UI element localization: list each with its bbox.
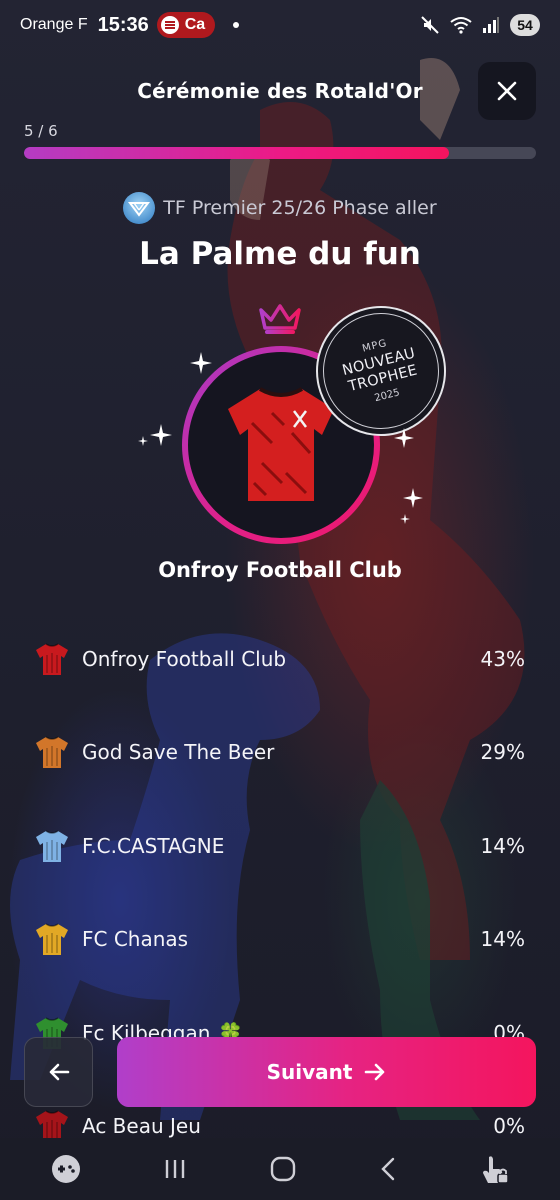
arrow-left-icon	[49, 1063, 69, 1081]
touch-lock-icon[interactable]	[479, 1153, 510, 1185]
carrier-label: Orange F	[20, 16, 88, 33]
page-title: Cérémonie des Rotald'Or	[137, 79, 423, 103]
arrow-right-icon	[365, 1063, 385, 1081]
spotify-label: Ca	[184, 16, 206, 33]
winner-jersey-icon	[228, 387, 334, 501]
award-title: La Palme du fun	[139, 236, 421, 272]
sparkle-icon	[150, 424, 172, 446]
result-row: Onfroy Football Club 43%	[0, 612, 560, 706]
league-name: TF Premier 25/26 Phase aller	[163, 197, 437, 219]
close-icon	[497, 81, 517, 101]
status-bar: Orange F 15:36 Ca 54	[0, 0, 560, 50]
system-nav-bar	[0, 1138, 560, 1200]
sparkle-icon	[403, 488, 423, 508]
battery-level: 54	[510, 14, 540, 36]
team-name: FC Chanas	[82, 927, 189, 952]
team-name: God Save The Beer	[82, 740, 275, 765]
crown-icon	[259, 304, 301, 334]
status-icons: 54	[420, 14, 540, 36]
result-row: God Save The Beer 29%	[0, 706, 560, 800]
sparkle-icon	[190, 352, 212, 374]
mute-icon	[421, 16, 439, 34]
wifi-icon	[450, 17, 472, 34]
team-jersey-icon	[34, 734, 70, 770]
vote-percentage: 29%	[480, 740, 525, 765]
vote-percentage: 0%	[493, 1114, 525, 1139]
progress-fill	[24, 147, 449, 159]
gamepad-icon[interactable]	[51, 1154, 81, 1184]
vote-percentage: 14%	[480, 927, 525, 952]
team-name: Ac Beau Jeu	[82, 1114, 201, 1139]
progress-bar	[24, 147, 536, 159]
back-icon[interactable]	[378, 1156, 398, 1182]
close-button[interactable]	[478, 62, 536, 120]
clock: 15:36	[97, 13, 149, 36]
recent-apps-icon[interactable]	[162, 1157, 188, 1181]
next-button-label: Suivant	[266, 1060, 353, 1084]
team-name: Onfroy Football Club	[82, 646, 287, 671]
league-logo-icon	[123, 192, 156, 224]
home-icon[interactable]	[269, 1155, 297, 1183]
spotify-icon	[160, 16, 179, 34]
next-button[interactable]: Suivant	[117, 1037, 536, 1107]
sparkle-icon	[394, 428, 414, 448]
progress-label: 5 / 6	[24, 122, 58, 140]
vote-percentage: 14%	[480, 833, 525, 858]
team-jersey-icon	[34, 641, 70, 677]
winner-team-name: Onfroy Football Club	[158, 558, 402, 582]
result-row: FC Chanas 14%	[0, 893, 560, 987]
sparkle-icon	[138, 436, 148, 446]
previous-button[interactable]	[24, 1037, 93, 1107]
team-jersey-icon	[34, 921, 70, 957]
team-name: F.C.CASTAGNE	[82, 833, 225, 858]
team-jersey-icon	[34, 828, 70, 864]
sparkle-icon	[400, 514, 410, 524]
result-row: F.C.CASTAGNE 14%	[0, 799, 560, 893]
notification-dot-icon	[233, 22, 240, 28]
league-header: TF Premier 25/26 Phase aller	[0, 192, 560, 224]
spotify-indicator[interactable]: Ca	[156, 12, 216, 38]
signal-icon	[483, 17, 499, 33]
header: Cérémonie des Rotald'Or	[0, 62, 560, 120]
stamp-year: 2025	[373, 387, 401, 404]
vote-percentage: 43%	[480, 646, 525, 671]
